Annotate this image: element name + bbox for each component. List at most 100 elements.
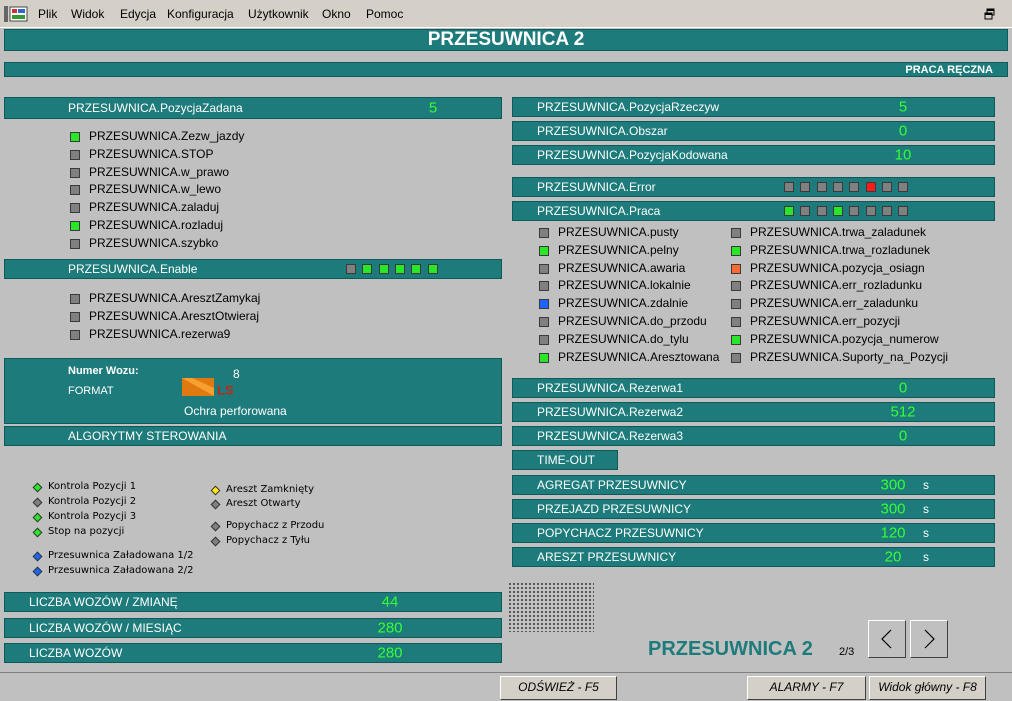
indicator-diamond-icon [32,497,43,508]
signal-label: PRZESUWNICA.err_pozycji [750,314,901,328]
value-bar: PRZEJAZD PRZESUWNICY 300 s [512,499,995,519]
indicator-label: Kontrola Pozycji 3 [48,511,137,522]
indicator-label: Kontrola Pozycji 1 [48,481,137,492]
led-icon [849,182,860,192]
value-bar-label: PRZESUWNICA.Rezerwa2 [537,405,684,419]
led-icon [394,264,405,274]
led-icon [881,182,892,192]
value-bar-value: 512 [890,403,916,421]
signal-label: PRZESUWNICA.pusty [558,225,679,239]
restore-window-icon[interactable] [984,8,996,20]
status-led-icon [70,238,80,249]
status-led-icon [70,221,80,231]
menu-widok[interactable]: Widok [71,7,104,21]
indicator-diamond-icon [32,551,43,562]
indicator-diamond-icon [210,499,221,510]
value-bar-value: 120 [880,524,906,542]
led-icon [898,182,909,192]
value-bar-value: 300 [880,476,906,494]
signal-label: PRZESUWNICA.do_tylu [558,331,689,346]
signal-label: PRZESUWNICA.rezerwa9 [89,326,231,341]
chevron-left-icon [881,629,892,649]
error-label: PRZESUWNICA.Error [537,180,656,194]
indicator-diamond-icon [210,485,221,496]
timeout-title: TIME-OUT [537,453,595,467]
status-led-icon [70,311,80,322]
value-bar-value: 280 [377,619,403,636]
indicator-diamond-icon [210,521,221,532]
refresh-button[interactable]: ODŚWIEŻ - F5 [500,676,617,700]
indicator-diamond-icon [32,566,43,577]
led-icon [898,206,909,216]
page-indicator: 2/3 [839,646,855,658]
value-bar-unit: s [923,478,929,492]
value-bar-unit: s [923,526,929,540]
status-led-icon [70,203,80,214]
status-led-icon [70,294,80,304]
status-led-icon [539,299,549,310]
signal-label: PRZESUWNICA.Zezw_jazdy [89,129,245,143]
value-bar: PRZESUWNICA.Rezerwa1 0 [512,378,995,398]
signal-label: PRZESUWNICA.w_prawo [89,164,230,179]
enable-bar: PRZESUWNICA.Enable [4,259,502,279]
menu-plik[interactable]: Plik [38,7,57,21]
wagon-number-value: 8 [233,367,240,381]
led-icon [378,264,389,274]
led-icon [849,206,860,216]
indicator-label: Popychacz z Przodu [226,520,325,531]
prev-page-button[interactable] [868,620,906,658]
status-led-icon [731,352,741,363]
error-bar: PRZESUWNICA.Error [512,177,995,197]
alarms-button[interactable]: ALARMY - F7 [747,676,866,700]
indicator-diamond-icon [32,482,43,493]
signal-label: PRZESUWNICA.AresztZamykaj [89,291,261,305]
status-led-icon [539,352,549,363]
pozycja-zadana-bar: PRZESUWNICA.PozycjaZadana 5 [4,97,502,119]
timeout-title-bar: TIME-OUT [512,450,618,470]
led-icon [346,264,356,274]
value-bar: LICZBA WOZÓW / MIESIĄC 280 [4,617,502,638]
algorithms-title: ALGORYTMY STEROWANIA [68,429,227,443]
value-bar-value: 5 [898,98,908,116]
indicator-label: Przesuwnica Załadowana 2/2 [48,565,194,576]
status-led-icon [70,185,80,196]
value-bar-label: LICZBA WOZÓW / ZMIANĘ [29,595,178,609]
wagon-panel: Numer Wozu: 8 FORMAT LS Ochra perforowan… [4,358,502,424]
signal-label: PRZESUWNICA.AresztOtwieraj [89,308,260,323]
status-led-icon [539,245,549,256]
next-page-button[interactable] [910,620,948,658]
indicator-diamond-icon [32,512,43,523]
led-icon [865,182,876,192]
menu-uzytkownik[interactable]: Użytkownik [248,7,309,21]
led-icon [832,182,843,192]
menu-konfiguracja[interactable]: Konfiguracja [167,7,234,21]
dot-grid-pattern [508,582,594,632]
format-code: LS [217,382,234,398]
page-title-bar: PRZESUWNICA 2 [4,29,1008,51]
algorithms-title-bar: ALGORYTMY STEROWANIA [4,426,502,446]
value-bar-value: 0 [898,379,908,397]
value-bar-label: AGREGAT PRZESUWNICY [537,478,687,492]
indicator-diamond-icon [32,527,43,538]
praca-bar: PRZESUWNICA.Praca [512,201,995,221]
status-led-icon [539,263,549,274]
status-led-icon [731,334,741,345]
status-led-icon [731,299,741,310]
led-icon [832,206,843,216]
menu-edycja[interactable]: Edycja [120,7,156,21]
menu-pomoc[interactable]: Pomoc [366,7,403,21]
app-icon[interactable] [4,6,28,22]
value-bar-value: 20 [884,548,902,566]
value-bar-value: 44 [381,593,399,611]
value-bar: LICZBA WOZÓW / ZMIANĘ 44 [4,592,502,612]
value-bar: POPYCHACZ PRZESUWNICY 120 s [512,523,995,543]
signal-label: PRZESUWNICA.pozycja_numerow [750,331,939,346]
signal-label: PRZESUWNICA.err_zaladunku [750,296,919,311]
menu-okno[interactable]: Okno [322,7,351,21]
value-bar-label: PRZESUWNICA.Obszar [537,124,668,138]
value-bar: PRZESUWNICA.Rezerwa2 512 [512,402,995,422]
value-bar: ARESZT PRZESUWNICY 20 s [512,547,995,567]
main-view-button[interactable]: Widok główny - F8 [869,676,986,700]
signal-label: PRZESUWNICA.w_lewo [89,182,222,197]
led-icon [362,264,373,274]
